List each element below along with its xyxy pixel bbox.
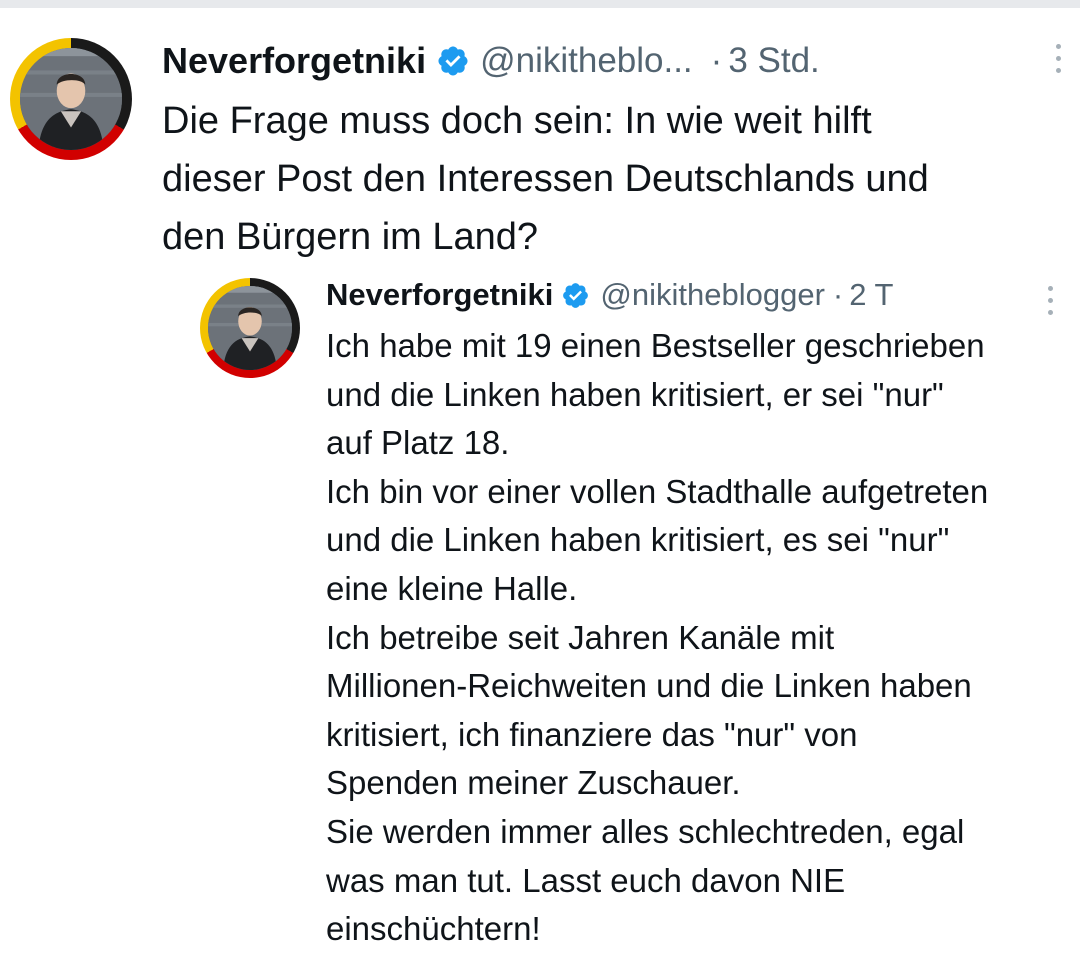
quoted-author-handle[interactable]: @nikitheblogger [600,277,825,313]
quoted-text-line: Ich habe mit 19 einen Bestseller geschri… [326,327,985,364]
more-options-icon[interactable] [1048,286,1058,322]
quoted-tweet-timestamp[interactable]: 2 T [849,277,893,313]
quoted-author-avatar[interactable] [200,278,300,378]
tweet: Neverforgetniki @nikitheblo... · 3 Std. … [0,0,1080,968]
quoted-text-line: Ich bin vor einer vollen Stadthalle aufg… [326,472,989,510]
tweet-header: Neverforgetniki @nikitheblo... · 3 Std. [162,36,820,86]
quoted-text-line: Sie werden immer alles schlechtreden, eg… [326,812,965,850]
author-avatar[interactable] [10,38,132,160]
quoted-text-line: und die Linken haben kritisiert, er sei … [326,375,944,413]
quoted-text-line: kritisiert, ich finanziere das "nur" von [326,715,858,753]
quoted-author-display-name[interactable]: Neverforgetniki [326,277,553,313]
profile-photo [208,286,292,370]
author-display-name[interactable]: Neverforgetniki [162,40,426,82]
tweet-text: Die Frage muss doch sein: In wie weit hi… [162,100,929,258]
separator-dot: · [832,277,844,312]
quoted-text-line: eine kleine Halle. [326,569,578,607]
person-photo-icon [20,48,122,150]
verified-badge-icon [561,281,590,310]
verified-badge-icon [436,44,470,78]
more-options-icon[interactable] [1056,44,1066,80]
quoted-tweet-header: Neverforgetniki @nikitheblogger · 2 T [326,272,893,318]
quoted-text-line: einschüchtern! [326,910,541,948]
person-photo-icon [208,286,292,370]
tweet-timestamp[interactable]: 3 Std. [728,41,819,81]
quoted-text-line: auf Platz 18. [326,424,510,462]
quoted-tweet-text: Ich habe mit 19 einen Bestseller geschri… [326,322,1080,954]
quoted-text-line: Millionen-Reichweiten und die Linken hab… [326,667,972,705]
profile-photo [20,48,122,150]
quoted-text-line: Ich betreibe seit Jahren Kanäle mit [326,618,835,656]
quoted-text-line: und die Linken haben kritisiert, es sei … [326,521,950,559]
author-handle[interactable]: @nikitheblo... [480,41,693,81]
quoted-text-line: Spenden meiner Zuschauer. [326,764,741,802]
separator-dot: · [710,41,723,80]
quoted-text-line: was man tut. Lasst euch davon NIE [326,861,846,899]
